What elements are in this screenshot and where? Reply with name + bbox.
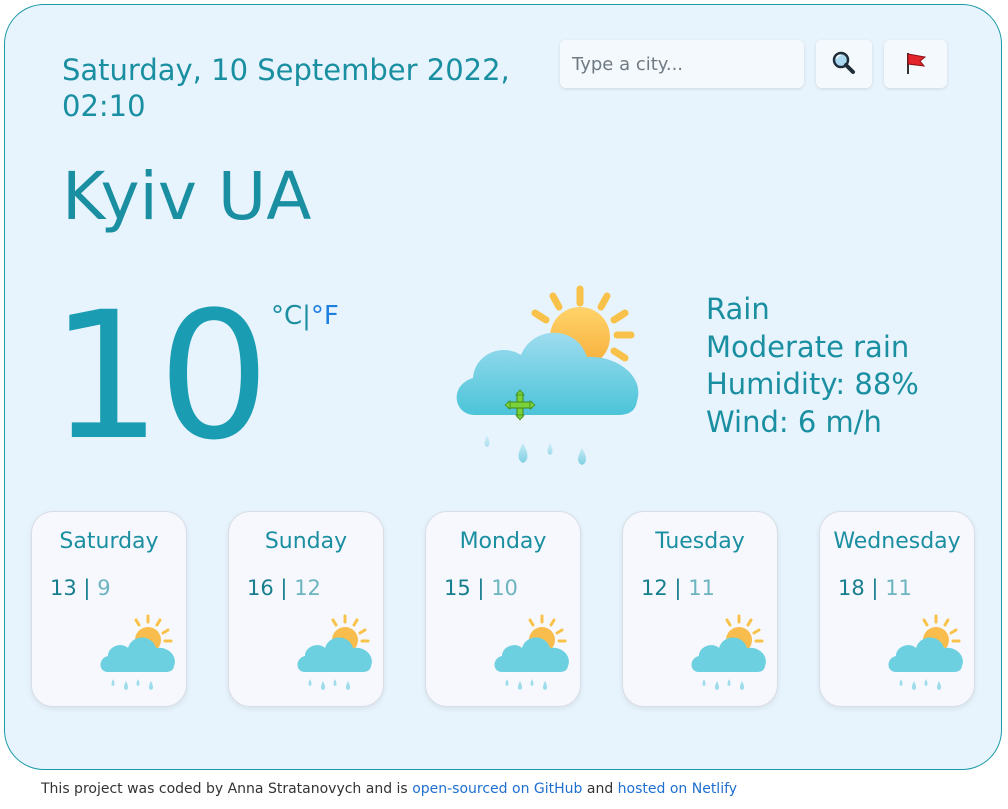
forecast-day: Tuesday [655,529,745,554]
weather-details: Rain Moderate rain Humidity: 88% Wind: 6… [706,291,919,441]
forecast-day: Wednesday [833,529,961,554]
forecast-temps: 16 | 12 [247,575,321,601]
forecast-day: Sunday [264,529,348,554]
forecast-temps: 12 | 11 [641,575,715,601]
forecast-max: 18 [838,576,865,600]
forecast-card: Tuesday 12 | 11 [622,511,778,707]
sun-cloud-rain-icon [293,610,377,694]
magnifying-glass-icon [831,50,857,79]
footer-text-and: and [582,781,618,797]
forecast-separator: | [871,576,879,600]
forecast-max: 15 [444,576,471,600]
city-name: Kyiv UA [62,158,312,235]
current-temperature: 10 [50,274,270,479]
red-flag-icon [903,50,929,79]
forecast-day: Monday [459,529,547,554]
wind: Wind: 6 m/h [706,404,882,439]
forecast-min: 10 [491,576,518,600]
weather-app: Saturday, 10 September 2022, 02:10 Kyiv … [4,4,1002,770]
sun-cloud-rain-icon [96,610,180,694]
forecast-separator: | [674,576,682,600]
netlify-link[interactable]: hosted on Netlify [618,781,737,797]
forecast-card: Monday 15 | 10 [425,511,581,707]
forecast-separator: | [83,576,91,600]
celsius-link[interactable]: °C [271,301,302,331]
weather-description: Rain [706,292,770,326]
forecast-day: Saturday [59,529,159,554]
forecast-max: 12 [641,576,668,600]
forecast-min: 12 [294,576,321,600]
forecast-separator: | [477,576,485,600]
sun-cloud-rain-icon [445,275,645,475]
forecast-card: Wednesday 18 | 11 [819,511,975,707]
forecast-min: 11 [885,576,912,600]
sun-cloud-rain-icon [490,610,574,694]
forecast-separator: | [280,576,288,600]
unit-switcher: °C|°F [271,300,339,332]
forecast-max: 16 [247,576,274,600]
github-link[interactable]: open-sourced on GitHub [412,781,582,797]
footer: This project was coded by Anna Stratanov… [41,779,737,799]
current-location-button[interactable] [884,40,947,88]
weather-detail: Moderate rain [706,329,910,364]
footer-text: This project was coded by Anna Stratanov… [41,781,413,797]
unit-separator: | [302,301,311,331]
forecast-min: 11 [688,576,715,600]
forecast-min: 9 [97,576,111,600]
fahrenheit-link[interactable]: °F [311,301,339,331]
forecast-card: Saturday 13 | 9 [31,511,187,707]
forecast-max: 13 [50,576,77,600]
city-search-input[interactable] [560,40,804,88]
forecast-temps: 15 | 10 [444,575,518,601]
forecast-temps: 13 | 9 [50,575,111,601]
sun-cloud-rain-icon [687,610,771,694]
forecast-temps: 18 | 11 [838,575,912,601]
sun-cloud-rain-icon [884,610,968,694]
forecast-card: Sunday 16 | 12 [228,511,384,707]
humidity: Humidity: 88% [706,367,919,401]
current-date: Saturday, 10 September 2022, 02:10 [62,53,510,123]
search-button[interactable] [816,40,872,88]
